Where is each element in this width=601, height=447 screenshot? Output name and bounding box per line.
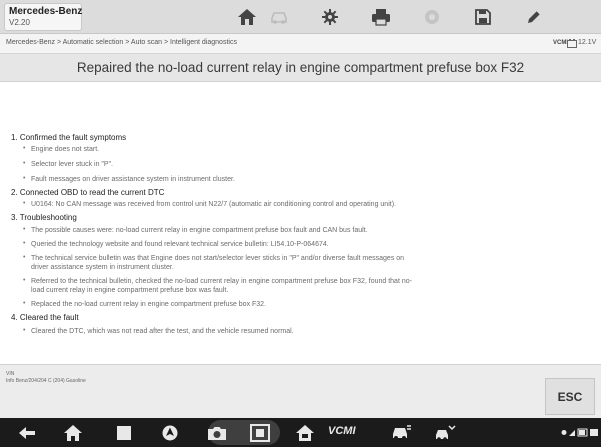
save-button[interactable]	[466, 4, 500, 30]
back-icon	[19, 426, 35, 439]
list-item: Queried the technology website and found…	[31, 241, 329, 248]
back-button[interactable]	[12, 421, 42, 444]
vcmi-button[interactable]: VCMI	[328, 425, 356, 437]
bullet-marker: •	[23, 200, 26, 207]
settings-button[interactable]	[313, 4, 347, 30]
vehicle-swap-icon	[271, 12, 287, 24]
home-icon	[64, 424, 82, 441]
system-status-icon	[561, 428, 598, 437]
list-item-continuation: load current relay in engine compartment…	[31, 287, 229, 294]
car-home-button[interactable]	[290, 421, 320, 444]
list-item: Referred to the technical bulletin, chec…	[31, 278, 412, 285]
list-item: U0164: No CAN message was received from …	[31, 201, 396, 208]
home-button[interactable]	[230, 4, 264, 30]
top-toolbar: Mercedes-Benz V2.20	[0, 0, 601, 34]
section-title: 3. Troubleshooting	[11, 213, 77, 222]
recent-apps-button[interactable]	[109, 421, 139, 444]
remote-support-button[interactable]	[430, 421, 460, 444]
vehicle-swap-button[interactable]	[262, 4, 296, 30]
bullet-marker: •	[23, 226, 26, 233]
list-item: The technical service bulletin was that …	[31, 255, 405, 262]
car-home-icon	[296, 424, 314, 441]
screenshot-icon	[250, 423, 270, 442]
voltage-readout: 12.1V	[578, 39, 597, 46]
page-title: Repaired the no-load current relay in en…	[76, 60, 525, 75]
home-icon	[238, 9, 256, 25]
printer-icon	[372, 9, 390, 26]
section-title: 4. Cleared the fault	[11, 313, 79, 322]
bullet-marker: •	[23, 300, 26, 307]
bullet-marker: •	[23, 254, 26, 261]
browser-icon	[162, 425, 178, 440]
bullet-marker: •	[23, 145, 26, 152]
list-item-continuation: driver assistance system in instrument c…	[31, 264, 174, 271]
home-nav-button[interactable]	[58, 421, 88, 444]
esc-button[interactable]: ESC	[545, 378, 595, 415]
title-bar: Repaired the no-load current relay in en…	[0, 54, 601, 82]
vci-status: VCMI	[553, 40, 568, 46]
vehicle-info: Info Benz/204/204 C (204) Gasoline	[6, 378, 86, 384]
bullet-marker: •	[23, 175, 26, 182]
gear-icon	[322, 9, 338, 25]
camera-button[interactable]	[202, 421, 232, 444]
list-item: Replaced the no-load current relay in en…	[31, 301, 267, 308]
brand-title: Mercedes-Benz	[9, 6, 83, 17]
pen-icon	[528, 10, 541, 23]
list-item: Selector lever stuck in "P".	[31, 161, 114, 168]
breadcrumb-bar: Mercedes-Benz > Automatic selection > Au…	[0, 34, 601, 54]
system-navbar: VCMI	[0, 418, 601, 447]
brand-block: Mercedes-Benz V2.20	[4, 3, 82, 31]
save-icon	[475, 9, 491, 25]
list-item: The possible causes were: no-load curren…	[31, 227, 368, 234]
vehicle-connect-button[interactable]	[386, 421, 416, 444]
remote-support-icon	[436, 424, 456, 441]
browser-button[interactable]	[155, 421, 185, 444]
section-title: 2. Connected OBD to read the current DTC	[11, 188, 165, 197]
help-icon	[425, 10, 439, 24]
vin-label: VIN	[6, 371, 15, 377]
bullet-marker: •	[23, 277, 26, 284]
list-item: Cleared the DTC, which was not read afte…	[31, 328, 294, 335]
screenshot-button[interactable]	[245, 421, 275, 444]
list-item: Engine does not start.	[31, 146, 100, 153]
help-button[interactable]	[415, 4, 449, 30]
app-version: V2.20	[9, 18, 30, 27]
breadcrumb: Mercedes-Benz > Automatic selection > Au…	[6, 39, 237, 46]
section-title: 1. Confirmed the fault symptoms	[11, 133, 127, 142]
battery-icon	[567, 39, 577, 48]
vehicle-info-footer: VIN Info Benz/204/204 C (204) Gasoline E…	[0, 364, 601, 418]
camera-icon	[208, 426, 226, 440]
bullet-marker: •	[23, 160, 26, 167]
bullet-marker: •	[23, 327, 26, 334]
vehicle-connect-icon	[393, 424, 411, 440]
report-content[interactable]: 1. Confirmed the fault symptoms • Engine…	[0, 82, 601, 364]
bullet-marker: •	[23, 240, 26, 247]
print-button[interactable]	[364, 4, 398, 30]
annotate-button[interactable]	[517, 4, 551, 30]
recent-apps-icon	[117, 425, 131, 440]
list-item: Fault messages on driver assistance syst…	[31, 176, 235, 183]
